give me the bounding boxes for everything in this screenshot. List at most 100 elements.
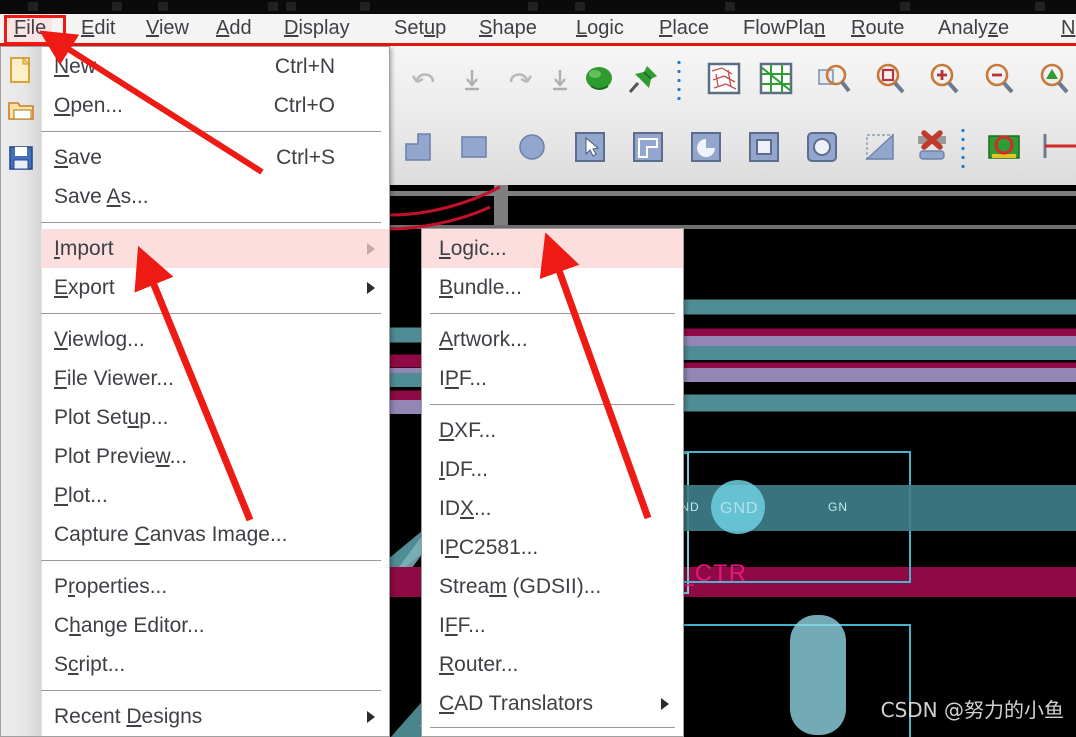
menu-item-open[interactable]: Open... Ctrl+O [41, 86, 389, 125]
menu-item-label: File Viewer... [54, 367, 174, 390]
zoom-fit-icon[interactable] [810, 54, 858, 104]
menu-item-viewlog[interactable]: Viewlog... [41, 320, 389, 359]
menu-file[interactable]: File [8, 14, 52, 43]
submenu-item-idf[interactable]: IDF... [422, 450, 683, 489]
measure-icon[interactable] [1034, 122, 1076, 172]
menu-item-capture-canvas-image[interactable]: Capture Canvas Image... [41, 515, 389, 554]
menu-item-label: DXF... [439, 419, 496, 442]
menu-setup[interactable]: Setup [388, 14, 452, 43]
chevron-right-icon [661, 698, 669, 710]
menu-separator [430, 404, 675, 405]
titlebar-ghost-glyph [1035, 2, 1045, 11]
file-menu-items[interactable]: New Ctrl+N Open... Ctrl+O Save Ctrl+S Sa… [41, 47, 389, 736]
menu-separator [430, 313, 675, 314]
menu-item-label: IPC2581... [439, 536, 538, 559]
circle-shape-icon[interactable] [508, 122, 556, 172]
polygon-shape-icon[interactable] [394, 122, 442, 172]
chevron-right-icon [367, 711, 375, 723]
menu-item-properties[interactable]: Properties... [41, 567, 389, 606]
titlebar-ghost-glyph [360, 2, 370, 11]
submenu-item-idx[interactable]: IDX... [422, 489, 683, 528]
submenu-item-cad-translators[interactable]: CAD Translators [422, 684, 683, 723]
zoom-out-icon[interactable] [975, 54, 1023, 104]
menu-item-plot-preview[interactable]: Plot Preview... [41, 437, 389, 476]
menu-item-file-viewer[interactable]: File Viewer... [41, 359, 389, 398]
circle-outline-icon[interactable] [798, 122, 846, 172]
pushpin-icon[interactable] [620, 54, 668, 104]
submenu-item-router[interactable]: Router... [422, 645, 683, 684]
menu-item-import[interactable]: Import [41, 229, 389, 268]
menu-item-label: Script... [54, 653, 125, 676]
menu-item-plot[interactable]: Plot... [41, 476, 389, 515]
menu-item-label: Plot Setup... [54, 406, 168, 429]
pad-label: GN [828, 500, 848, 514]
menu-item-accelerator: Ctrl+N [275, 47, 335, 86]
menu-item-label: New [54, 55, 96, 78]
submenu-item-artwork[interactable]: Artwork... [422, 320, 683, 359]
redo-down-icon[interactable] [448, 54, 496, 104]
menu-item-label: Export [54, 276, 115, 299]
menu-separator [41, 560, 381, 561]
import-submenu-items[interactable]: Logic... Bundle... Artwork... IPF... DXF… [422, 229, 683, 736]
menu-item-label: Artwork... [439, 328, 528, 351]
titlebar-ghost-glyph [286, 2, 296, 11]
save-disk-icon[interactable] [7, 144, 37, 174]
menu-route[interactable]: Route [845, 14, 910, 43]
menu-view[interactable]: View [140, 14, 195, 43]
menu-place[interactable]: Place [653, 14, 715, 43]
submenu-item-iff[interactable]: IFF... [422, 606, 683, 645]
menu-edit[interactable]: Edit [75, 14, 121, 43]
submenu-item-bundle[interactable]: Bundle... [422, 268, 683, 307]
menu-logic[interactable]: Logic [570, 14, 630, 43]
zoom-area-icon[interactable] [866, 54, 914, 104]
submenu-item-ipc2581[interactable]: IPC2581... [422, 528, 683, 567]
menu-item-label: IFF... [439, 614, 486, 637]
menu-item-save[interactable]: Save Ctrl+S [41, 138, 389, 177]
titlebar-ghost-glyph [112, 2, 122, 11]
delete-shape-icon[interactable] [908, 122, 956, 172]
menu-separator [430, 727, 675, 728]
titlebar-ghost-glyph [575, 2, 585, 11]
green-blob-icon[interactable] [575, 54, 623, 104]
menu-item-label: Router... [439, 653, 518, 676]
ratsnest-icon[interactable] [700, 54, 748, 104]
shape-edit-icon[interactable] [624, 122, 672, 172]
menu-item-label: Stream (GDSII)... [439, 575, 601, 598]
submenu-item-logic[interactable]: Logic... [422, 229, 683, 268]
file-menu-panel[interactable]: New Ctrl+N Open... Ctrl+O Save Ctrl+S Sa… [0, 46, 390, 737]
menu-item-change-editor[interactable]: Change Editor... [41, 606, 389, 645]
menu-shape[interactable]: Shape [473, 14, 543, 43]
pad-label: GND [720, 500, 759, 518]
menu-item-export[interactable]: Export [41, 268, 389, 307]
square-outline-icon[interactable] [740, 122, 788, 172]
submenu-item-dxf[interactable]: DXF... [422, 411, 683, 450]
window-title-bar [0, 0, 1076, 14]
grid-net-icon[interactable] [752, 54, 800, 104]
shape-split-icon[interactable] [856, 122, 904, 172]
titlebar-ghost-glyph [900, 2, 910, 11]
undo-icon[interactable] [400, 54, 448, 104]
select-arrow-icon[interactable] [566, 122, 614, 172]
board-chip-icon[interactable] [980, 122, 1028, 172]
menu-add[interactable]: Add [210, 14, 258, 43]
new-file-icon[interactable] [7, 56, 37, 86]
shape-rotate-icon[interactable] [682, 122, 730, 172]
zoom-in-icon[interactable] [920, 54, 968, 104]
submenu-item-stream-gdsii[interactable]: Stream (GDSII)... [422, 567, 683, 606]
menu-bar[interactable]: File Edit View Add Display Setup Shape L… [0, 14, 1076, 46]
menu-analyze[interactable]: Analyze [932, 14, 1015, 43]
menu-item-recent-designs[interactable]: Recent Designs [41, 697, 389, 736]
open-folder-icon[interactable] [7, 96, 37, 126]
menu-flowplan[interactable]: FlowPlan [737, 14, 831, 43]
menu-item-script[interactable]: Script... [41, 645, 389, 684]
titlebar-ghost-glyph [158, 2, 168, 11]
menu-display[interactable]: Display [278, 14, 356, 43]
submenu-item-ipf[interactable]: IPF... [422, 359, 683, 398]
rectangle-shape-icon[interactable] [450, 122, 498, 172]
import-submenu-panel[interactable]: Logic... Bundle... Artwork... IPF... DXF… [421, 228, 684, 737]
menu-item-new[interactable]: New Ctrl+N [41, 47, 389, 86]
menu-item-plot-setup[interactable]: Plot Setup... [41, 398, 389, 437]
menu-item-save-as[interactable]: Save As... [41, 177, 389, 216]
zoom-partial-icon[interactable] [1030, 54, 1076, 104]
menu-more[interactable]: N [1055, 14, 1076, 43]
